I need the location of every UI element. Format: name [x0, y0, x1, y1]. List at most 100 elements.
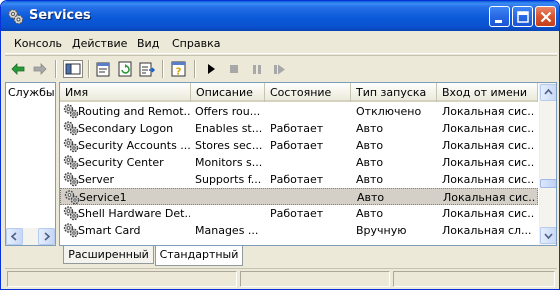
menu-view[interactable]: Вид: [137, 37, 159, 50]
scroll-up-button[interactable]: [540, 84, 556, 101]
pause-service-icon[interactable]: [247, 60, 267, 78]
properties-icon[interactable]: [93, 60, 113, 78]
maximize-button[interactable]: [512, 6, 533, 27]
close-button[interactable]: [535, 6, 556, 27]
toolbar-separator: [194, 60, 196, 78]
show-hide-tree-button[interactable]: [63, 60, 83, 78]
cell-startup-type: Авто: [356, 173, 384, 186]
tree-item-services[interactable]: Службы: [8, 86, 55, 99]
status-bar: [5, 268, 557, 287]
cell-startup-type: Авто: [356, 139, 384, 152]
column-header-name[interactable]: Имя: [60, 83, 191, 102]
service-gear-icon: [63, 172, 79, 187]
svg-text:?: ?: [176, 67, 182, 78]
cell-startup-type: Вручную: [356, 224, 407, 237]
chevron-down-icon: [544, 233, 553, 240]
close-icon: [540, 11, 552, 23]
cell-name: Server: [78, 173, 115, 186]
services-window: Services Консоль Действие Вид Справка ? …: [0, 0, 560, 290]
help-icon[interactable]: ?: [169, 60, 189, 78]
table-row[interactable]: Secondary Logon Enables st... Работает Авто…: [60, 120, 538, 137]
menu-action[interactable]: Действие: [72, 37, 127, 50]
cell-startup-type: Авто: [357, 191, 385, 204]
cell-name: Shell Hardware Det...: [78, 207, 190, 220]
tree-horizontal-scrollbar[interactable]: [6, 228, 55, 245]
services-list[interactable]: Имя Описание Состояние Тип запуска Вход …: [59, 82, 557, 246]
scroll-down-button[interactable]: [540, 227, 556, 244]
table-row[interactable]: Smart Card Manages ... Вручную Локальная сл…: [60, 222, 538, 239]
service-gear-icon: [63, 104, 79, 119]
column-header-description[interactable]: Описание: [191, 83, 265, 102]
list-vertical-scrollbar[interactable]: [539, 83, 556, 245]
table-row[interactable]: Server Supports f... Работает Авто Локальная…: [60, 171, 538, 188]
back-arrow-icon[interactable]: [8, 60, 28, 78]
cell-startup-type: Авто: [356, 122, 384, 135]
minimize-button[interactable]: [489, 6, 510, 27]
table-row[interactable]: Security Center Monitors s... Авто Локальна…: [60, 154, 538, 171]
column-header-logon-as[interactable]: Вход от имени: [437, 83, 538, 102]
table-row[interactable]: Security Accounts ... Stores sec... Работа…: [60, 137, 538, 154]
maximize-icon: [517, 11, 529, 23]
cell-name: Security Center: [78, 156, 164, 169]
status-panel: [393, 271, 555, 287]
cell-logon-as: Локальная сис...: [442, 207, 534, 220]
cell-name: Secondary Logon: [78, 122, 174, 135]
cell-logon-as: Локальная сис...: [443, 191, 535, 204]
cell-logon-as: Локальная сис...: [442, 105, 534, 118]
tab-standard[interactable]: Стандартный: [155, 246, 243, 266]
cell-logon-as: Локальная сис...: [442, 122, 534, 135]
cell-status: Работает: [270, 122, 324, 135]
cell-name: Service1: [79, 191, 127, 204]
scroll-right-button[interactable]: [38, 228, 55, 245]
table-row[interactable]: Routing and Remot... Offers rou... Отключе…: [60, 103, 538, 120]
menu-help[interactable]: Справка: [172, 37, 220, 50]
status-panel: [240, 271, 390, 287]
cell-logon-as: Локальная сис...: [442, 173, 534, 186]
service-gear-icon: [63, 223, 79, 238]
cell-status: Работает: [270, 173, 324, 186]
cell-startup-type: Авто: [356, 207, 384, 220]
toolbar: ?: [5, 55, 557, 81]
cell-description: Stores sec...: [195, 139, 263, 152]
cell-logon-as: Локальная сис...: [442, 139, 534, 152]
cell-status: Работает: [270, 139, 324, 152]
scroll-left-button[interactable]: [6, 228, 23, 245]
cell-name: Smart Card: [78, 224, 141, 237]
show-hide-tree-icon: [65, 63, 81, 75]
service-gear-icon: [64, 190, 80, 205]
refresh-icon[interactable]: [115, 60, 135, 78]
cell-description: Monitors s...: [195, 156, 263, 169]
cell-startup-type: Отключено: [356, 105, 422, 118]
chevron-up-icon: [544, 88, 553, 95]
toolbar-separator: [162, 60, 164, 78]
stop-service-icon[interactable]: [224, 60, 244, 78]
window-title: Services: [29, 8, 91, 23]
toolbar-separator: [55, 60, 57, 78]
menu-bar: Консоль Действие Вид Справка: [5, 34, 557, 54]
tab-extended[interactable]: Расширенный: [63, 246, 154, 264]
cell-description: Offers rou...: [195, 105, 261, 118]
service-gear-icon: [63, 155, 79, 170]
service-gear-icon: [63, 121, 79, 136]
cell-logon-as: Локальная сл...: [442, 224, 532, 237]
export-list-icon[interactable]: [137, 60, 157, 78]
menu-console[interactable]: Консоль: [14, 37, 62, 50]
chevron-left-icon: [10, 232, 17, 241]
table-row[interactable]: Shell Hardware Det... Работает Авто Локальн…: [60, 205, 538, 222]
cell-description: Supports f...: [195, 173, 262, 186]
column-header-status[interactable]: Состояние: [265, 83, 351, 102]
title-bar[interactable]: Services: [1, 1, 559, 31]
restart-service-icon[interactable]: [270, 60, 290, 78]
column-header-startup-type[interactable]: Тип запуска: [351, 83, 437, 102]
table-row-selected[interactable]: Service1 Авто Локальная сис...: [60, 188, 538, 205]
cell-description: Enables st...: [195, 122, 263, 135]
forward-arrow-icon[interactable]: [30, 60, 50, 78]
scroll-thumb[interactable]: [540, 179, 556, 188]
services-gear-icon: [8, 9, 24, 25]
tree-pane[interactable]: Службы: [5, 82, 56, 246]
cell-name: Security Accounts ...: [78, 139, 190, 152]
cell-startup-type: Авто: [356, 156, 384, 169]
start-service-icon[interactable]: [201, 60, 221, 78]
cell-description: Manages ...: [195, 224, 259, 237]
minimize-icon: [495, 20, 502, 23]
